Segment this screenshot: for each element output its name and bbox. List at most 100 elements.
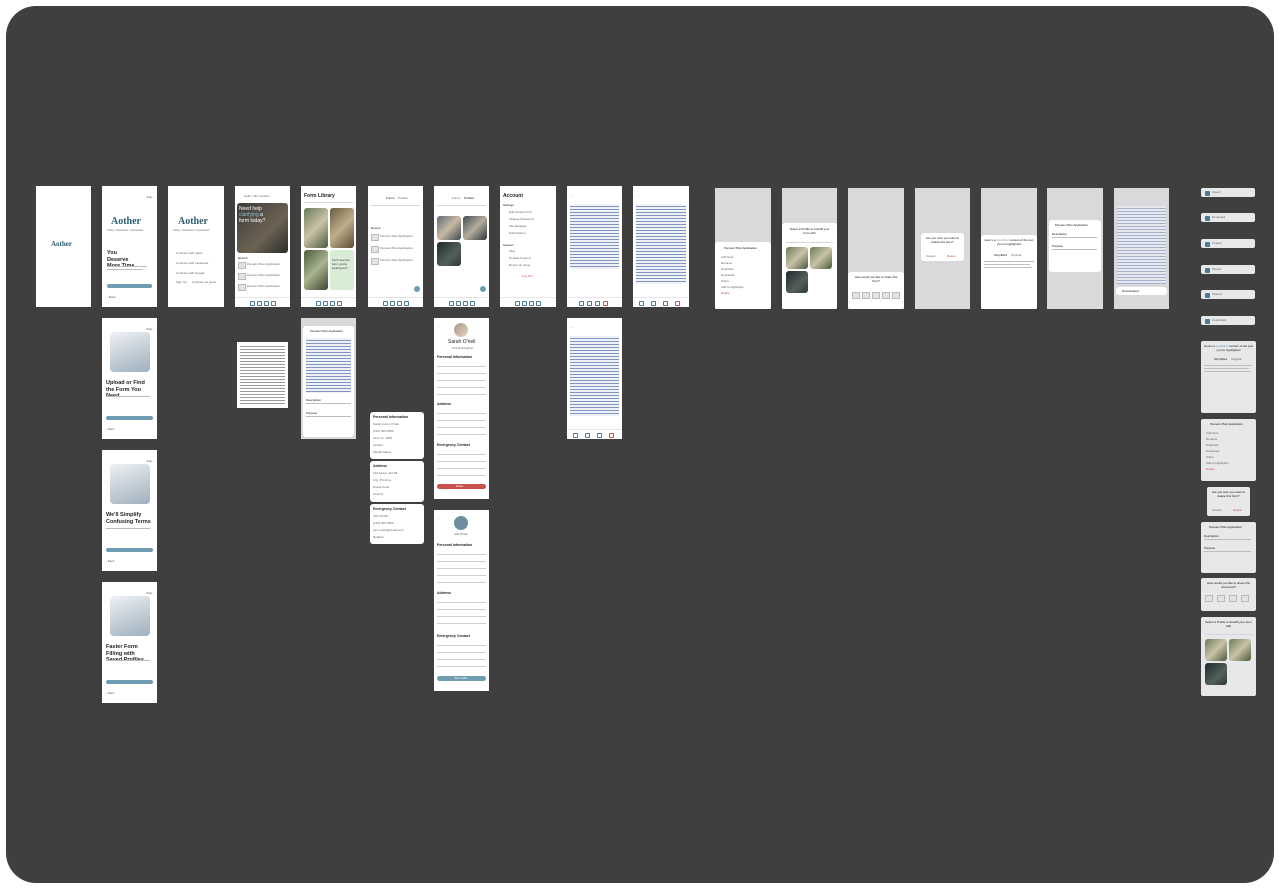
select-field[interactable]: [437, 423, 486, 428]
folder-icon[interactable]: [264, 301, 269, 306]
text-field[interactable]: [437, 655, 486, 660]
back-link[interactable]: ‹ Back: [106, 559, 115, 563]
folder-icon[interactable]: [397, 301, 402, 306]
text-field[interactable]: [437, 557, 486, 562]
edit-icon[interactable]: [639, 301, 644, 306]
profile-card[interactable]: [810, 247, 832, 269]
download-icon[interactable]: [852, 292, 860, 299]
form-document[interactable]: [570, 336, 619, 416]
save-icon[interactable]: [597, 433, 602, 438]
menu-item[interactable]: Add Note: [721, 255, 734, 259]
get-started-button[interactable]: [106, 416, 153, 420]
back-arrow-icon[interactable]: ←: [570, 193, 573, 197]
search-icon[interactable]: [323, 301, 328, 306]
settings-item[interactable]: Subscription: [509, 231, 526, 235]
field-value[interactable]: Relation: [373, 535, 384, 539]
library-card[interactable]: [304, 250, 328, 290]
form-document[interactable]: [636, 204, 686, 284]
cancel-button[interactable]: Cancel: [926, 254, 935, 258]
field-value[interactable]: (123) 456-7890: [373, 521, 394, 525]
facebook-login-button[interactable]: Continue with Facebook: [176, 261, 208, 265]
avatar[interactable]: [454, 323, 468, 337]
field-value[interactable]: Sarah Jenny O'Neil: [373, 422, 399, 426]
field-value[interactable]: Country: [373, 492, 384, 496]
tab-simplified[interactable]: Simplified: [1214, 357, 1227, 361]
user-icon[interactable]: [271, 301, 276, 306]
back-link[interactable]: ‹ Back: [106, 691, 115, 695]
save-profile-button[interactable]: Save Profile: [437, 676, 486, 681]
menu-item[interactable]: Rename: [1206, 437, 1217, 441]
tab-simplified[interactable]: Simplified: [994, 253, 1007, 257]
saved-item[interactable]: Pension Plan Application: [380, 246, 413, 250]
user-icon[interactable]: [404, 301, 409, 306]
menu-item-delete[interactable]: Delete: [721, 291, 730, 295]
profile-card[interactable]: [1229, 639, 1251, 661]
get-started-button[interactable]: [106, 680, 153, 684]
search-input[interactable]: [1205, 634, 1252, 635]
menu-item[interactable]: Add Note: [1206, 431, 1219, 435]
folder-icon[interactable]: [330, 301, 335, 306]
text-field[interactable]: [437, 362, 486, 367]
search-input[interactable]: [437, 205, 486, 206]
save-icon[interactable]: [663, 301, 668, 306]
start-simplifying-button[interactable]: [106, 548, 153, 552]
form-document[interactable]: [570, 204, 619, 269]
profile-card[interactable]: [437, 242, 461, 266]
search-icon[interactable]: [456, 301, 461, 306]
cant-find-card[interactable]: Can't see the form you're looking for?: [330, 250, 354, 290]
text-field[interactable]: [437, 416, 486, 421]
library-card[interactable]: [330, 208, 354, 248]
menu-item[interactable]: Duplicate: [721, 267, 734, 271]
field-value[interactable]: City, Province: [373, 478, 391, 482]
skip-link[interactable]: Skip ›: [146, 591, 154, 595]
delete-icon[interactable]: [609, 433, 614, 438]
select-field[interactable]: [437, 571, 486, 576]
delete-profile-button[interactable]: Delete: [437, 484, 486, 489]
home-recent-item[interactable]: Pension Plan Application: [247, 262, 280, 266]
search-icon[interactable]: [390, 301, 395, 306]
delete-icon[interactable]: [675, 301, 680, 306]
back-arrow-icon[interactable]: ←: [437, 324, 440, 328]
user-icon[interactable]: [470, 301, 475, 306]
home-icon[interactable]: [449, 301, 454, 306]
profile-card[interactable]: [1205, 663, 1227, 685]
text-field[interactable]: [437, 409, 486, 414]
field-value[interactable]: John Smith: [373, 514, 388, 518]
back-link[interactable]: ‹ Back: [107, 295, 116, 299]
note-icon[interactable]: [587, 301, 592, 306]
profile-card[interactable]: [1205, 639, 1227, 661]
tab-profiles[interactable]: Profiles: [464, 196, 474, 200]
avatar-placeholder[interactable]: [454, 516, 468, 530]
skip-link[interactable]: Skip ›: [146, 459, 154, 463]
folder-icon[interactable]: [463, 301, 468, 306]
apple-login-button[interactable]: Continue with Apple: [176, 251, 203, 255]
delete-icon[interactable]: [603, 301, 608, 306]
search-icon[interactable]: [257, 301, 262, 306]
select-field[interactable]: [437, 619, 486, 624]
mail-icon[interactable]: [1241, 595, 1249, 602]
text-field[interactable]: [437, 598, 486, 603]
skip-link[interactable]: Skip ›: [146, 327, 154, 331]
search-input[interactable]: [786, 242, 833, 243]
profile-card[interactable]: [786, 271, 808, 293]
text-field[interactable]: [437, 464, 486, 469]
back-arrow-icon[interactable]: ←: [636, 193, 639, 197]
home-icon[interactable]: [316, 301, 321, 306]
google-login-button[interactable]: Continue with Google: [176, 271, 205, 275]
field-value[interactable]: June 12, 1993: [373, 436, 392, 440]
menu-item-delete[interactable]: Delete: [1206, 467, 1215, 471]
field-value[interactable]: 123 Street, Apt 4B: [373, 471, 397, 475]
text-field[interactable]: [437, 605, 486, 610]
home-icon[interactable]: [250, 301, 255, 306]
profile-card[interactable]: [463, 216, 487, 240]
tab-forms[interactable]: Forms: [386, 196, 395, 200]
text-field[interactable]: [437, 457, 486, 462]
field-value[interactable]: Postal Code: [373, 485, 389, 489]
settings-item[interactable]: Edit Account Info: [509, 210, 532, 214]
confirm-delete-button[interactable]: Delete: [1233, 508, 1242, 512]
field-value[interactable]: john.smith@email.com: [373, 528, 403, 532]
support-item[interactable]: Contact Support: [509, 256, 531, 260]
date-field[interactable]: [437, 376, 486, 381]
menu-item[interactable]: Add to Highlights: [721, 285, 744, 289]
profile-card[interactable]: [437, 216, 461, 240]
